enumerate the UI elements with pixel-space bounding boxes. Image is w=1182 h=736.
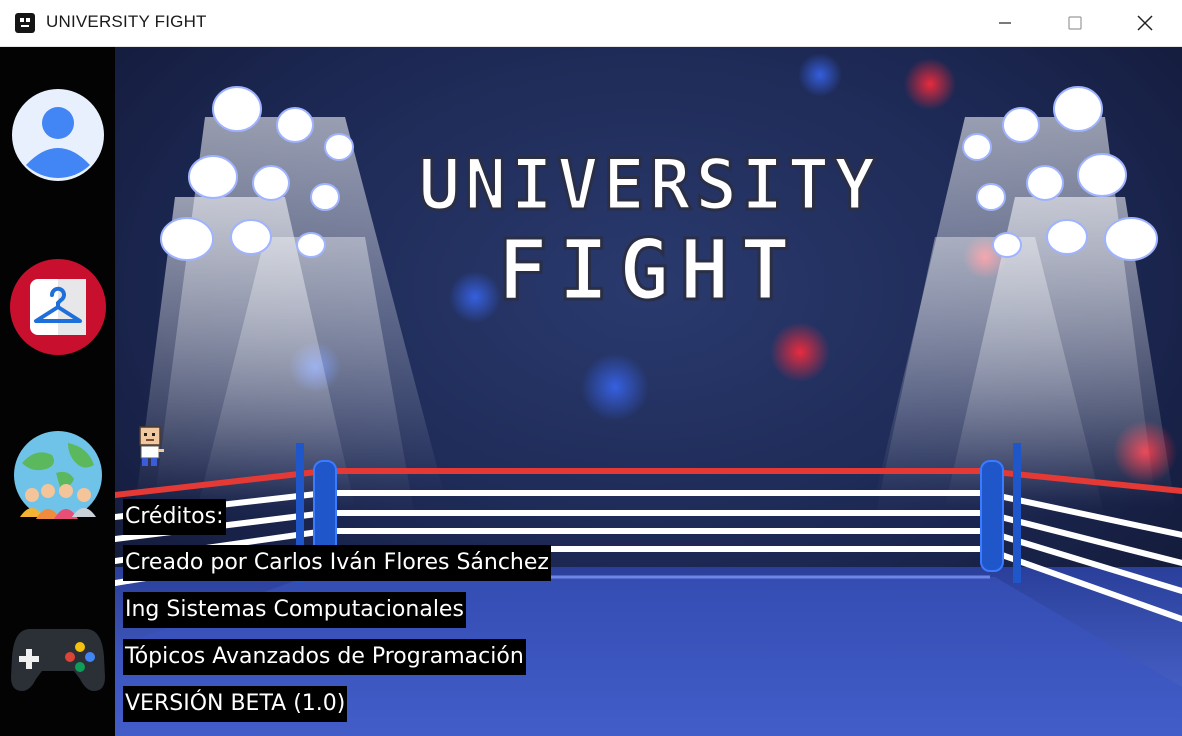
hanger-wardrobe-icon [10,259,106,355]
play-button[interactable] [8,607,108,707]
app-icon [15,13,35,33]
close-icon [1137,15,1153,31]
title-bar: UNIVERSITY FIGHT [0,0,1182,47]
boxing-ring-scene: UNIVERSITY FIGHT [115,47,1182,736]
game-stage: UNIVERSITY FIGHT Créditos: Creado por Ca… [115,47,1182,736]
maximize-button[interactable] [1040,0,1110,46]
credit-course: Tópicos Avanzados de Programación [123,639,526,675]
credit-author: Creado por Carlos Iván Flores Sánchez [123,545,551,581]
minimize-button[interactable] [970,0,1040,46]
minimize-icon [999,22,1011,24]
player-character-sprite[interactable] [136,425,164,467]
window-title: UNIVERSITY FIGHT [46,12,207,31]
close-button[interactable] [1110,0,1180,46]
gamepad-icon [11,629,105,691]
side-menu [0,47,115,736]
credits-heading: Créditos: [123,499,226,535]
logo-fight-text: FIGHT [498,221,801,319]
game-window: UNIVERSITY FIGHT UNIVERSITY FIGHT Crédit… [0,0,1182,736]
credit-version: VERSIÓN BETA (1.0) [123,686,348,722]
world-community-icon [14,431,102,519]
wardrobe-button[interactable] [8,257,108,357]
credit-program: Ing Sistemas Computacionales [123,592,466,628]
profile-button[interactable] [8,85,108,185]
community-button[interactable] [8,429,108,529]
maximize-icon [1068,16,1082,30]
user-profile-icon [12,89,104,181]
logo-university-text: UNIVERSITY [418,144,879,226]
